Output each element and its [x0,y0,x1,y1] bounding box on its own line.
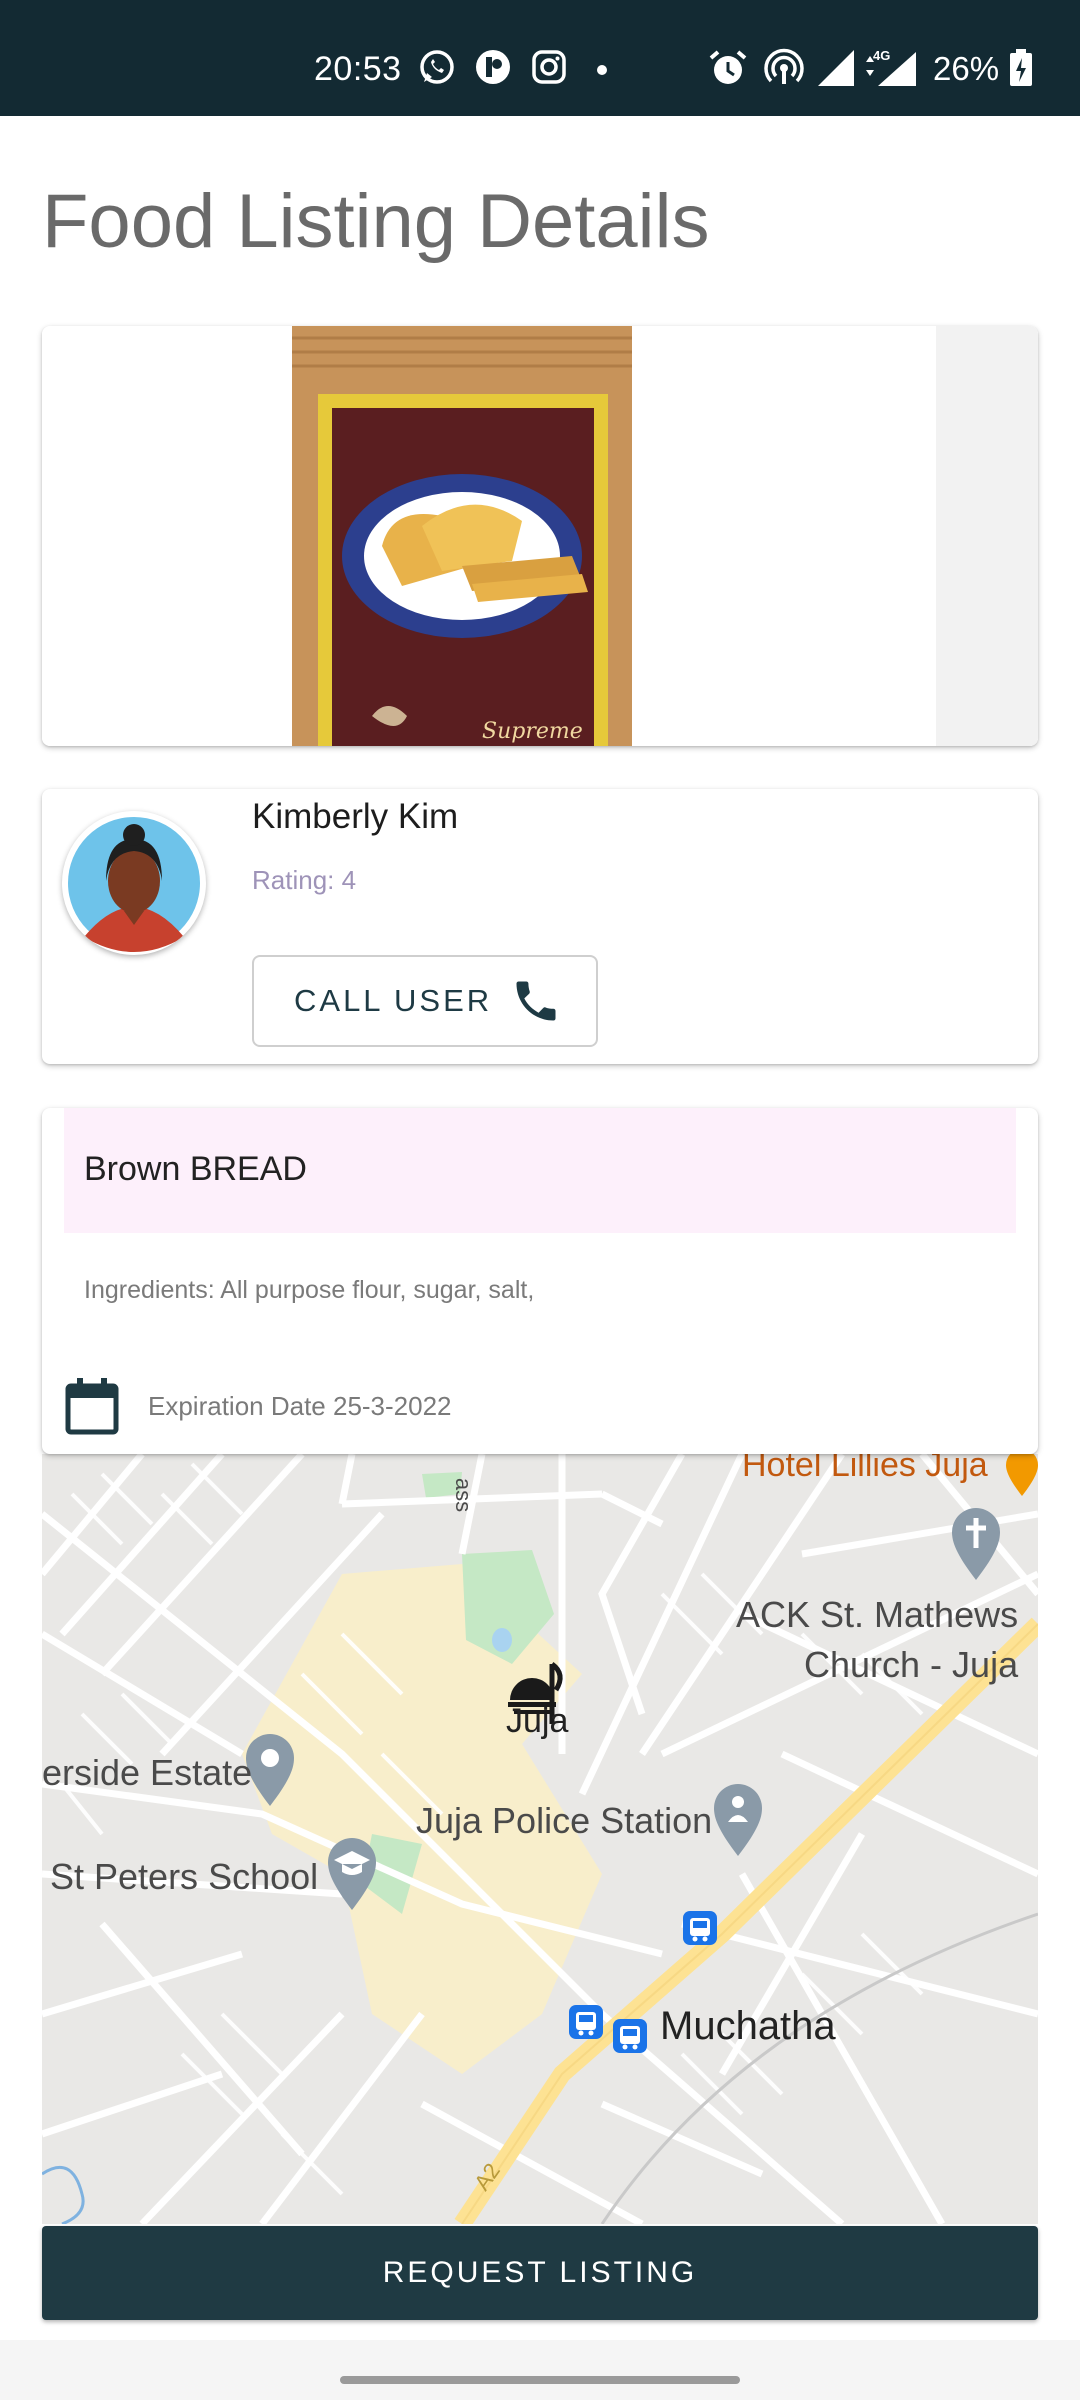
bus-stop-icon [683,1911,717,1945]
phone-icon [516,981,556,1021]
call-user-button[interactable]: CALL USER [252,955,598,1047]
food-ingredients: Ingredients: All purpose flour, sugar, s… [84,1276,535,1304]
hotspot-icon [764,48,804,84]
map-label-pass: ass [451,1477,477,1513]
map-label-police: Juja Police Station [416,1800,713,1841]
alarm-icon [709,50,747,84]
navigation-bar [0,2340,1080,2400]
map-label-estate: erside Estate [42,1752,253,1793]
school-pin-icon [328,1838,376,1910]
request-listing-button[interactable]: REQUEST LISTING [42,2226,1038,2320]
user-name: Kimberly Kim [252,797,459,836]
app-icon [476,50,510,84]
map-label-hotel: Hotel Lillies Juja [742,1454,988,1484]
bread-package-image: Supreme [42,326,1038,746]
church-map-pin-icon [952,1508,1000,1580]
signal-icon [818,50,854,86]
bus-stop-icon [569,2005,603,2039]
bus-stop-icon [613,2019,647,2053]
food-title: Brown BREAD [84,1150,307,1188]
map-label-juja: Juja [506,1702,569,1740]
status-time: 20:53 [314,50,402,88]
battery-percentage: 26% [933,50,1000,87]
whatsapp-icon [420,50,454,84]
network-signal-icon: 4G [866,48,916,86]
home-indicator[interactable] [340,2376,740,2384]
calendar-icon [65,1378,119,1435]
map-label-church-line2: Church - Juja [804,1644,1019,1685]
svg-text:4G: 4G [873,48,890,63]
expiration-row: Expiration Date 25-3-2022 [64,1376,452,1436]
hotel-map-pin-icon [1006,1454,1038,1496]
battery-icon [1010,49,1032,86]
food-title-header: Brown BREAD [64,1108,1016,1233]
call-user-label: CALL USER [294,983,493,1018]
map-label-muchatha: Muchatha [660,2004,836,2048]
food-details-card: Brown BREAD Ingredients: All purpose flo… [42,1108,1038,1454]
dot-icon [597,65,607,75]
police-station-pin-icon [714,1784,762,1856]
avatar [62,811,206,955]
user-card: Kimberly Kim Rating: 4 CALL USER [42,789,1038,1064]
svg-text:Supreme: Supreme [482,719,583,744]
instagram-icon [532,50,566,84]
expiration-date: Expiration Date 25-3-2022 [148,1390,452,1421]
listing-image-card: Supreme [42,326,1038,746]
page-title: Food Listing Details [42,179,710,264]
map-label-church-line1: ACK St. Mathews [736,1594,1019,1635]
user-rating: Rating: 4 [252,865,357,895]
status-bar: 20:53 4G 26% [0,0,1080,116]
map-label-school: St Peters School [50,1856,319,1897]
location-map[interactable]: Hotel Lillies Juja ass ACK St. Mathews C… [42,1454,1038,2224]
